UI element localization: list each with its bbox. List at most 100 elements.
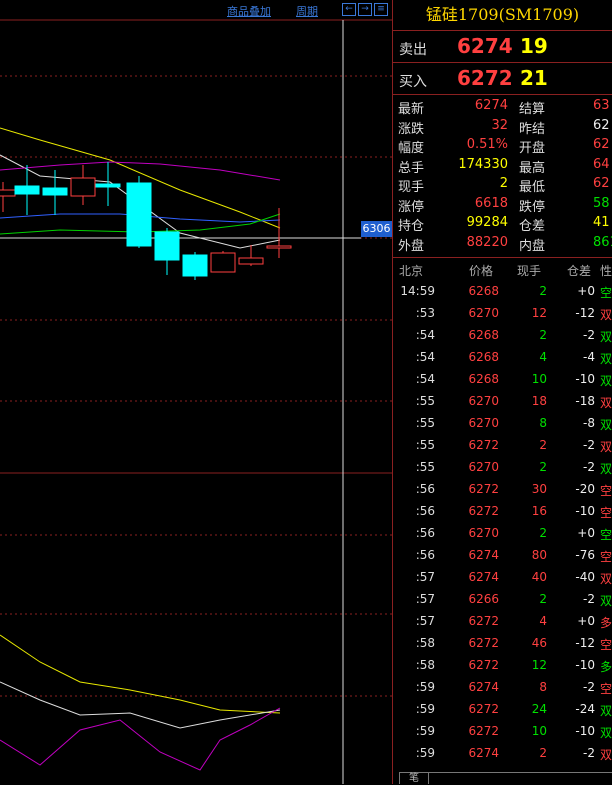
tick-row[interactable]: :59 6274 8 -2 空 <box>393 676 612 698</box>
tick-row[interactable]: :55 6270 2 -2 双 <box>393 456 612 478</box>
stat-label: 持仓 <box>398 219 425 234</box>
tick-oi-change: -2 <box>583 328 595 342</box>
tick-row[interactable]: :55 6272 2 -2 双 <box>393 434 612 456</box>
tick-nature: 空 <box>600 550 612 564</box>
tick-volume: 12 <box>531 658 547 672</box>
tick-price: 6272 <box>468 504 499 518</box>
kline-chart-area[interactable]: 商品叠加 周期 ← → ≡ 6306 <box>0 0 392 784</box>
tick-nature: 多 <box>600 660 612 674</box>
tick-row[interactable]: :53 6270 12 -12 双 <box>393 302 612 324</box>
tick-header-oi: 仓差 <box>567 264 592 278</box>
stat-value: 6618 <box>474 195 508 211</box>
tick-nature: 双 <box>600 352 612 366</box>
stat-value: 62 <box>593 176 610 191</box>
tick-tab[interactable]: 笔 <box>399 772 429 784</box>
tick-list[interactable]: 14:59 6268 2 +0 空:53 6270 12 -12 双:54 6268 2 -2 双:54… <box>393 280 612 764</box>
arrow-left-icon: ← <box>345 4 353 14</box>
tick-row[interactable]: :54 6268 10 -10 双 <box>393 368 612 390</box>
tick-price: 6268 <box>468 284 499 298</box>
tick-row[interactable]: :59 6272 10 -10 双 <box>393 720 612 742</box>
tick-nature: 双 <box>600 374 612 388</box>
indicator-line-yellow <box>0 634 281 714</box>
scroll-left-button[interactable]: ← <box>342 3 356 16</box>
tick-nature: 双 <box>600 462 612 476</box>
tick-time: :56 <box>415 482 435 496</box>
stat-row: 总手 174330 最高 64 <box>393 156 612 176</box>
tick-price: 6272 <box>468 724 499 738</box>
tick-volume: 2 <box>539 746 547 760</box>
tick-row[interactable]: :59 6272 24 -24 双 <box>393 698 612 720</box>
tick-price: 6272 <box>468 438 499 452</box>
tick-row[interactable]: :56 6272 30 -20 空 <box>393 478 612 500</box>
tick-row[interactable]: :59 6274 2 -2 双 <box>393 742 612 764</box>
stat-value: 32 <box>491 117 508 133</box>
bid-label: 买入 <box>399 74 427 90</box>
stat-label: 跌停 <box>519 199 546 215</box>
tick-nature: 空 <box>600 682 612 696</box>
tick-row[interactable]: :57 6274 40 -40 双 <box>393 566 612 588</box>
tick-row[interactable]: :56 6274 80 -76 空 <box>393 544 612 566</box>
stat-row: 涨跌 32 昨结 62 <box>393 117 612 137</box>
tick-nature: 空 <box>600 484 612 498</box>
layout-menu-button[interactable]: ≡ <box>374 3 388 16</box>
quote-panel: 锰硅1709(SM1709) 卖出 6274 19 买入 6272 21 最新 6… <box>392 0 612 784</box>
scroll-right-button[interactable]: → <box>358 3 372 16</box>
tick-volume: 30 <box>531 482 547 496</box>
tick-price: 6272 <box>468 482 499 496</box>
tick-row[interactable]: :55 6270 18 -18 双 <box>393 390 612 412</box>
tick-oi-change: -2 <box>583 746 595 760</box>
quote-stats: 最新 6274 结算 63 涨跌 32 昨结 62 幅度 0.51% 开盘 62 总手 174330 最高 6… <box>393 95 612 258</box>
tick-nature: 空 <box>600 528 612 542</box>
tick-oi-change: -8 <box>583 416 595 430</box>
stat-row: 幅度 0.51% 开盘 62 <box>393 136 612 156</box>
tick-oi-change: -12 <box>575 306 595 320</box>
kline-chart[interactable] <box>0 0 392 784</box>
stat-value: 861 <box>593 234 612 250</box>
tick-time: :57 <box>415 592 435 606</box>
period-link[interactable]: 周期 <box>296 3 318 19</box>
tick-row[interactable]: :58 6272 12 -10 多 <box>393 654 612 676</box>
tick-volume: 2 <box>539 592 547 606</box>
ask-row[interactable]: 卖出 6274 19 <box>393 31 612 63</box>
stat-label: 现手 <box>398 180 425 195</box>
tick-price: 6272 <box>468 636 499 650</box>
stat-value: 174330 <box>458 156 508 172</box>
bid-price: 6272 <box>457 66 513 90</box>
tick-row[interactable]: :54 6268 4 -4 双 <box>393 346 612 368</box>
tick-oi-change: +0 <box>577 526 595 540</box>
commodity-overlay-link[interactable]: 商品叠加 <box>227 3 271 19</box>
tick-row[interactable]: :56 6270 2 +0 空 <box>393 522 612 544</box>
stat-label: 幅度 <box>398 141 425 156</box>
tick-row[interactable]: :56 6272 16 -10 空 <box>393 500 612 522</box>
candle-body <box>0 189 16 197</box>
candle-body <box>266 245 292 249</box>
tick-row[interactable]: 14:59 6268 2 +0 空 <box>393 280 612 302</box>
tick-price: 6274 <box>468 570 499 584</box>
stat-row: 现手 2 最低 62 <box>393 175 612 195</box>
contract-title[interactable]: 锰硅1709(SM1709) <box>393 0 612 31</box>
stat-label: 外盘 <box>398 238 425 254</box>
tick-time: :54 <box>415 328 435 342</box>
tick-volume: 10 <box>531 724 547 738</box>
tick-oi-change: -2 <box>583 680 595 694</box>
tick-header-time: 北京 <box>399 264 424 278</box>
tick-time: :55 <box>415 394 435 408</box>
tick-row[interactable]: :54 6268 2 -2 双 <box>393 324 612 346</box>
tick-nature: 双 <box>600 418 612 432</box>
tick-price: 6266 <box>468 592 499 606</box>
tick-volume: 8 <box>539 680 547 694</box>
stat-value: 58 <box>593 195 610 211</box>
tick-row[interactable]: :55 6270 8 -8 双 <box>393 412 612 434</box>
tick-volume: 8 <box>539 416 547 430</box>
bid-row[interactable]: 买入 6272 21 <box>393 63 612 95</box>
tick-row[interactable]: :57 6266 2 -2 双 <box>393 588 612 610</box>
stat-row: 涨停 6618 跌停 58 <box>393 195 612 215</box>
stat-label: 最高 <box>519 160 546 176</box>
tick-nature: 双 <box>600 704 612 718</box>
stat-row: 持仓 99284 仓差 41 <box>393 214 612 234</box>
tick-volume: 46 <box>531 636 547 650</box>
tick-row[interactable]: :58 6272 46 -12 空 <box>393 632 612 654</box>
indicator-line-white <box>0 681 281 729</box>
tick-row[interactable]: :57 6272 4 +0 多 <box>393 610 612 632</box>
tick-time: :58 <box>415 636 435 650</box>
